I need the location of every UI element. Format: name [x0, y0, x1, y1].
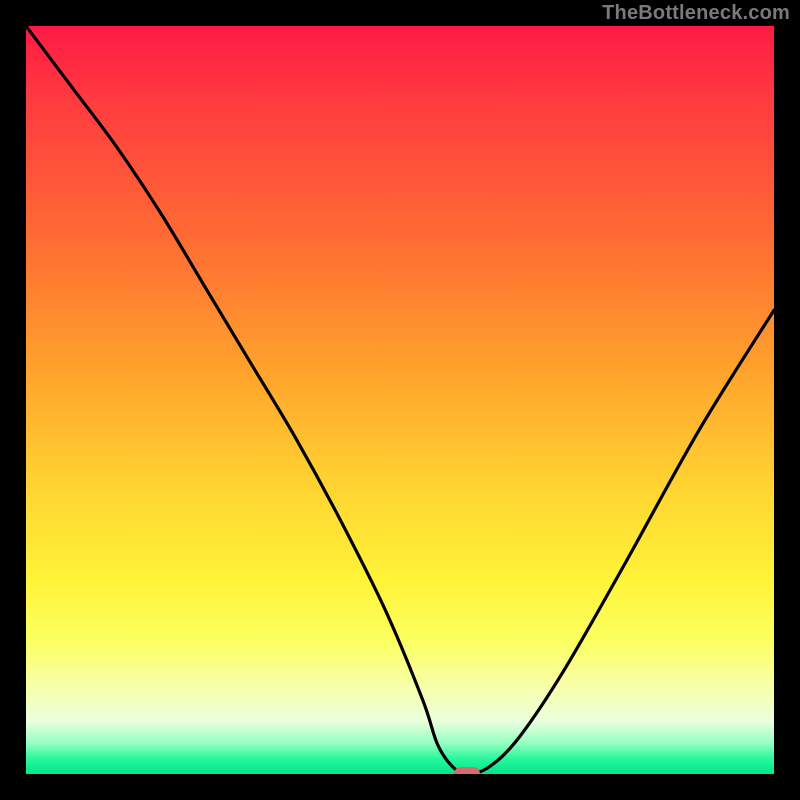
bottleneck-curve	[26, 26, 774, 774]
optimal-point-marker	[454, 767, 480, 774]
plot-area	[26, 26, 774, 774]
chart-frame: TheBottleneck.com	[0, 0, 800, 800]
watermark-text: TheBottleneck.com	[602, 2, 790, 25]
